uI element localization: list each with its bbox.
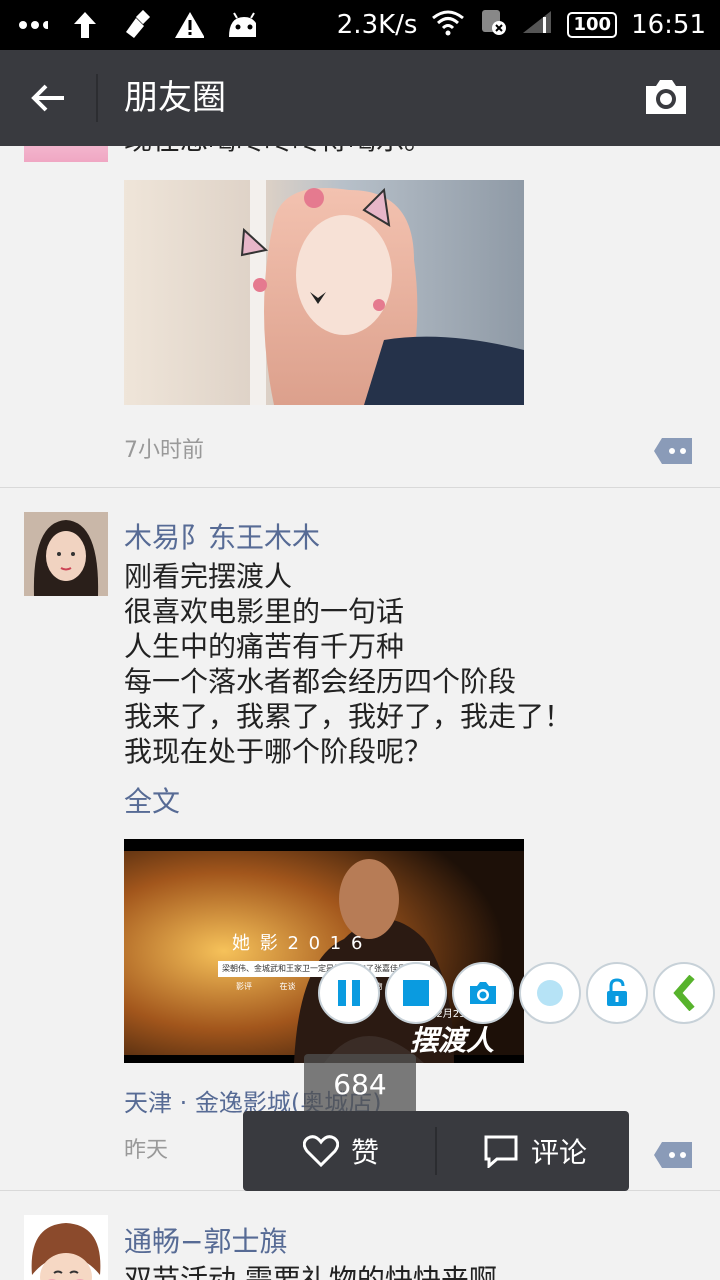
comment-label: 评论 bbox=[531, 1136, 588, 1169]
post-divider bbox=[0, 487, 720, 488]
stop-icon bbox=[403, 980, 429, 1006]
pause-button[interactable] bbox=[318, 962, 380, 1024]
wifi-icon bbox=[431, 8, 465, 43]
like-comment-popup: 赞 评论 bbox=[243, 1111, 629, 1191]
heart-icon bbox=[303, 1135, 339, 1167]
post-text-line: 刚看完摆渡人 bbox=[124, 560, 293, 593]
camera-icon bbox=[470, 982, 496, 1004]
comment-bubble-icon bbox=[484, 1135, 518, 1168]
status-bar: 2.3K/s 100 16:51 bbox=[0, 0, 720, 50]
signal-icon bbox=[521, 9, 553, 42]
poster-nav-item: 在谈 bbox=[279, 982, 296, 991]
tools-icon bbox=[122, 10, 152, 40]
full-text-link[interactable]: 全文 bbox=[124, 780, 180, 820]
post-author-name[interactable]: 通畅−郭士旗 bbox=[124, 1220, 287, 1260]
pause-icon bbox=[338, 980, 360, 1006]
warning-icon bbox=[174, 10, 204, 40]
battery-icon: 100 bbox=[567, 12, 618, 38]
clock: 16:51 bbox=[631, 10, 706, 40]
more-dots-icon bbox=[18, 10, 48, 40]
collapse-button[interactable] bbox=[653, 962, 715, 1024]
collapse-icon bbox=[673, 975, 695, 1011]
android-icon bbox=[226, 10, 256, 40]
stop-button[interactable] bbox=[385, 962, 447, 1024]
title-divider bbox=[96, 74, 98, 122]
comment-dots-icon bbox=[654, 1142, 692, 1168]
screenshot-button[interactable] bbox=[452, 962, 514, 1024]
post-text-line: 人生中的痛苦有千万种 bbox=[124, 630, 405, 663]
post-photo[interactable] bbox=[124, 180, 524, 405]
post-text: 现在想喝咚咚咚得喝乐。 bbox=[124, 146, 432, 157]
back-arrow-icon bbox=[31, 84, 64, 112]
unlock-icon bbox=[607, 978, 627, 1006]
post-photo[interactable]: 她 影 2 0 1 6 梁朝伟、金城武和王家卫一定是打麻将欠了张嘉佳巨款！ 影评… bbox=[124, 839, 524, 1063]
poster-nav-item: 影评 bbox=[236, 982, 252, 991]
post-time: 7小时前 bbox=[124, 438, 204, 463]
post-time: 昨天 bbox=[124, 1138, 169, 1163]
avatar[interactable] bbox=[24, 146, 108, 162]
upload-arrow-icon bbox=[70, 10, 100, 40]
page-title: 朋友圈 bbox=[124, 78, 226, 118]
comment-dots-icon bbox=[654, 438, 692, 464]
poster-title: 她 影 2 0 1 6 bbox=[232, 933, 365, 954]
poster-brand: 摆渡人 bbox=[410, 1024, 495, 1057]
like-button[interactable]: 赞 bbox=[303, 1111, 379, 1191]
camera-icon bbox=[646, 80, 686, 114]
back-button[interactable] bbox=[24, 74, 72, 122]
avatar[interactable] bbox=[24, 512, 108, 596]
like-label: 赞 bbox=[351, 1136, 380, 1169]
post-text: 双节活动 需要礼物的快快来啊 bbox=[124, 1263, 497, 1280]
post-camera-button[interactable] bbox=[642, 76, 690, 118]
post-text-line: 我现在处于哪个阶段呢？ bbox=[124, 735, 433, 768]
post-more-button[interactable] bbox=[652, 1140, 694, 1170]
post-text-line: 我来了，我累了，我好了，我走了！ bbox=[124, 700, 573, 733]
avatar[interactable] bbox=[24, 1215, 108, 1280]
post-author-name[interactable]: 木易阝东王木木 bbox=[124, 516, 320, 556]
poster-search-box: 梁朝伟、金城武和王家卫一定是打麻将欠了张嘉佳巨款！ bbox=[218, 961, 414, 977]
popup-divider bbox=[435, 1127, 437, 1175]
comment-button[interactable]: 评论 bbox=[483, 1111, 587, 1191]
sim-card-icon bbox=[479, 8, 507, 43]
record-dot-icon bbox=[537, 980, 563, 1006]
post-text-line: 很喜欢电影里的一句话 bbox=[124, 595, 405, 628]
floating-counter: 684 bbox=[304, 1054, 416, 1116]
lock-button[interactable] bbox=[586, 962, 648, 1024]
facecam-button[interactable] bbox=[519, 962, 581, 1024]
title-bar: 朋友圈 bbox=[0, 50, 720, 146]
network-speed: 2.3K/s bbox=[336, 10, 418, 40]
post-text-line: 每一个落水者都会经历四个阶段 bbox=[124, 665, 517, 698]
post-more-button[interactable] bbox=[652, 436, 694, 466]
